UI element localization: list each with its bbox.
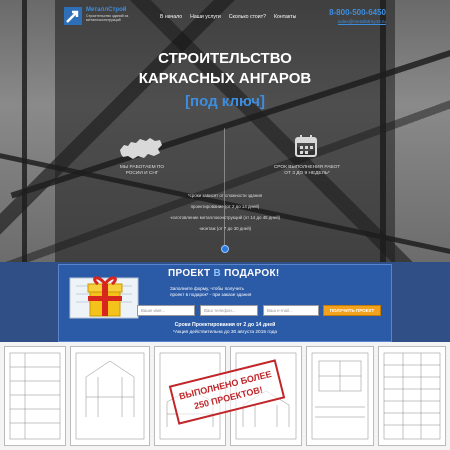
drawing-sheet: [378, 346, 446, 446]
logo-name[interactable]: МеталлСтрой: [86, 7, 126, 13]
promo-title-part2: В: [213, 268, 222, 279]
russia-map-icon: [118, 136, 164, 167]
promo-text-line2: проект в подарок* - при заказе здания: [170, 292, 252, 297]
drawing-sheet: [70, 346, 150, 446]
get-project-button[interactable]: ПОЛУЧИТЬ ПРОЕКТ: [323, 305, 381, 316]
hero-title-line2: КАРКАСНЫХ АНГАРОВ: [138, 70, 312, 87]
nav-item-price[interactable]: Сколько стоит?: [229, 14, 266, 20]
name-input[interactable]: Ваше имя...: [137, 305, 195, 316]
info-line-4: -монтаж (от 7 до 30 дней): [198, 226, 252, 231]
hero-overlay: [55, 0, 395, 262]
phone-number[interactable]: 8-800-500-6450: [329, 8, 386, 17]
nav-item-services[interactable]: Наши услуги: [190, 14, 221, 20]
hero-title-line1: СТРОИТЕЛЬСТВО: [158, 50, 292, 67]
nav-item-home[interactable]: В начало: [160, 14, 182, 20]
gift-box-icon: [68, 270, 140, 325]
feature-geography: МЫ РАБОТАЕМ ПО РОСИИ И СНГ: [119, 165, 165, 176]
info-line-1: *сроки зависят от сложности здания: [187, 193, 263, 198]
info-line-2: проектирование (от 2 до 14 дней): [190, 204, 260, 209]
promo-title-part1: ПРОЕКТ: [168, 268, 211, 279]
info-line-3: -изготовление металлоконструкций (от 14 …: [169, 215, 281, 220]
drawing-sheet: [4, 346, 66, 446]
promo-title: ПРОЕКТ В ПОДАРОК!: [168, 268, 280, 279]
email-input[interactable]: Ваш e-mail...: [263, 305, 319, 316]
logo-tagline: Строительство зданий из металлоконструкц…: [86, 14, 129, 23]
hero-title-line3: [под ключ]: [185, 93, 265, 110]
steel-column-decor: [22, 0, 27, 262]
promo-title-part3: ПОДАРОК!: [224, 268, 280, 279]
scroll-down-dot[interactable]: [221, 245, 229, 253]
logo-arrow-icon[interactable]: [64, 7, 82, 25]
phone-input[interactable]: Ваш телефон...: [200, 305, 258, 316]
feature-timeline: СРОК ВЫПОЛНЕНИЯ РАБОТ ОТ 3 ДО 9 НЕДЕЛЬ*: [273, 165, 341, 176]
calendar-icon: [294, 134, 318, 163]
promo-text: Заполните форму, чтобы получить проект в…: [170, 286, 251, 298]
site-header: МеталлСтрой Строительство зданий из мета…: [0, 0, 450, 34]
promo-design-terms: Сроки Проектирования от 2 до 14 дней: [174, 322, 276, 328]
email-link[interactable]: sales@metallstroy43.ru: [338, 19, 386, 24]
main-nav: В начало Наши услуги Сколько стоит? Конт…: [160, 14, 296, 20]
nav-item-contacts[interactable]: Контакты: [274, 14, 296, 20]
drawing-sheet: [306, 346, 374, 446]
promo-disclaimer: *Акция действительна до 30 августа 2015 …: [172, 330, 278, 335]
